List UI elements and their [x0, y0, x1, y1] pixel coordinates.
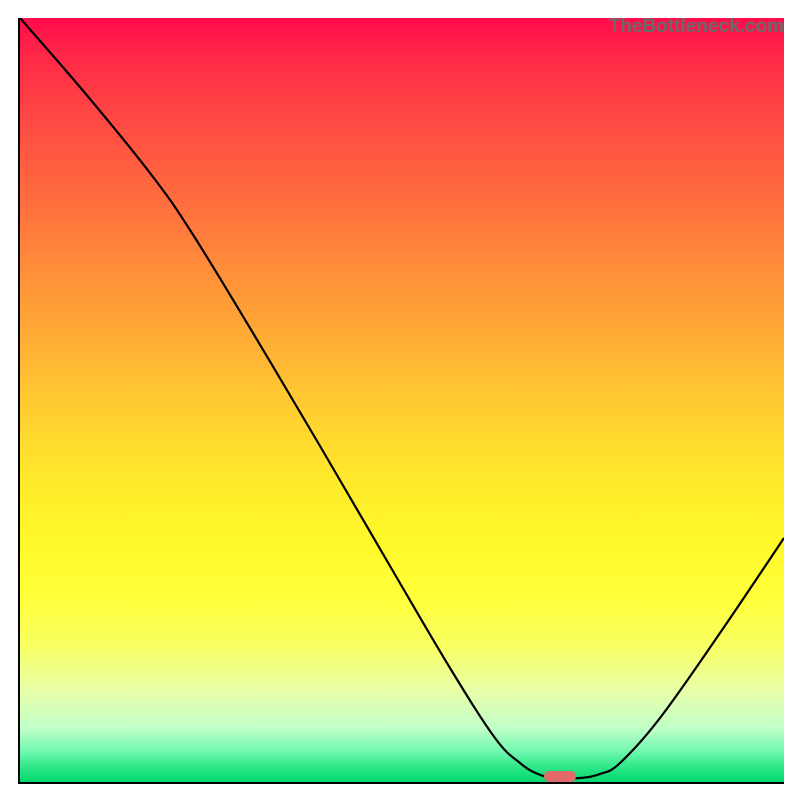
chart-container: TheBottleneck.com: [0, 0, 800, 800]
chart-curve-svg: [20, 18, 784, 782]
plot-area: TheBottleneck.com: [18, 18, 784, 784]
bottleneck-curve: [20, 18, 784, 779]
optimal-marker: [544, 771, 576, 782]
